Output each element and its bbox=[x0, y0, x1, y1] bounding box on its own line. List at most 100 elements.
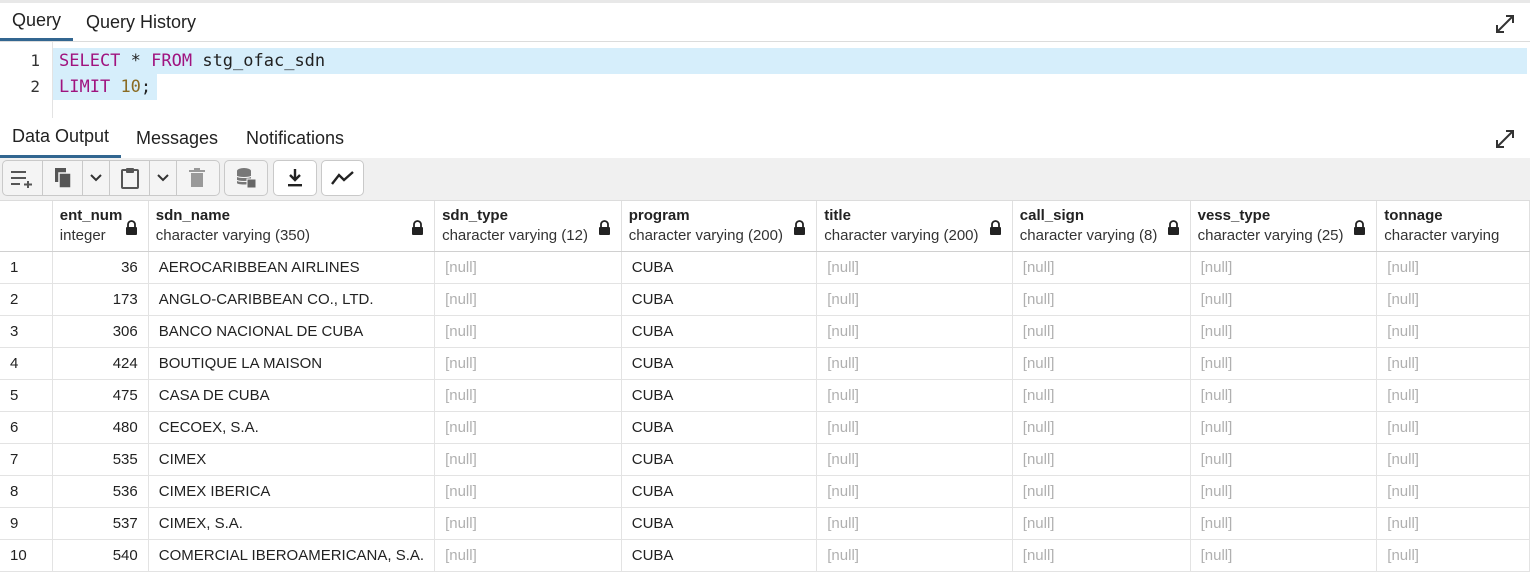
cell-tonnage[interactable]: [null] bbox=[1376, 443, 1530, 476]
row-number[interactable]: 10 bbox=[0, 539, 53, 572]
delete-button[interactable] bbox=[177, 161, 217, 195]
cell-sdn-name[interactable]: CIMEX, S.A. bbox=[148, 507, 436, 540]
cell-sdn-type[interactable]: [null] bbox=[434, 507, 622, 540]
cell-vess-type[interactable]: [null] bbox=[1190, 283, 1378, 316]
cell-tonnage[interactable]: [null] bbox=[1376, 251, 1530, 284]
cell-program[interactable]: CUBA bbox=[621, 539, 818, 572]
cell-tonnage[interactable]: [null] bbox=[1376, 379, 1530, 412]
cell-sdn-type[interactable]: [null] bbox=[434, 347, 622, 380]
table-row[interactable]: 4 424 BOUTIQUE LA MAISON [null] CUBA [null] [n… bbox=[0, 347, 1530, 380]
cell-vess-type[interactable]: [null] bbox=[1190, 411, 1378, 444]
cell-sdn-type[interactable]: [null] bbox=[434, 251, 622, 284]
cell-ent-num[interactable]: 36 bbox=[52, 251, 149, 284]
column-header-title[interactable]: title character varying (200) bbox=[816, 201, 1013, 252]
code-line-2[interactable]: LIMIT 10; bbox=[53, 74, 157, 100]
table-row[interactable]: 3 306 BANCO NACIONAL DE CUBA [null] CUBA [nul… bbox=[0, 315, 1530, 348]
cell-call-sign[interactable]: [null] bbox=[1012, 379, 1191, 412]
cell-call-sign[interactable]: [null] bbox=[1012, 475, 1191, 508]
column-header-vess-type[interactable]: vess_type character varying (25) bbox=[1190, 201, 1378, 252]
cell-vess-type[interactable]: [null] bbox=[1190, 347, 1378, 380]
expand-icon[interactable] bbox=[1494, 128, 1516, 150]
cell-sdn-name[interactable]: ANGLO-CARIBBEAN CO., LTD. bbox=[148, 283, 436, 316]
cell-program[interactable]: CUBA bbox=[621, 379, 818, 412]
code-line-1[interactable]: SELECT * FROM stg_ofac_sdn bbox=[53, 48, 1527, 74]
tab-notifications[interactable]: Notifications bbox=[234, 118, 356, 158]
cell-vess-type[interactable]: [null] bbox=[1190, 475, 1378, 508]
cell-sdn-type[interactable]: [null] bbox=[434, 475, 622, 508]
cell-title[interactable]: [null] bbox=[816, 347, 1013, 380]
table-row[interactable]: 7 535 CIMEX [null] CUBA [null] [null] [null] [nu… bbox=[0, 443, 1530, 476]
row-number[interactable]: 3 bbox=[0, 315, 53, 348]
cell-call-sign[interactable]: [null] bbox=[1012, 507, 1191, 540]
cell-tonnage[interactable]: [null] bbox=[1376, 283, 1530, 316]
cell-program[interactable]: CUBA bbox=[621, 475, 818, 508]
cell-call-sign[interactable]: [null] bbox=[1012, 443, 1191, 476]
cell-program[interactable]: CUBA bbox=[621, 315, 818, 348]
tab-messages[interactable]: Messages bbox=[124, 118, 230, 158]
table-row[interactable]: 2 173 ANGLO-CARIBBEAN CO., LTD. [null] CUBA[… bbox=[0, 283, 1530, 316]
cell-title[interactable]: [null] bbox=[816, 251, 1013, 284]
cell-vess-type[interactable]: [null] bbox=[1190, 539, 1378, 572]
cell-ent-num[interactable]: 173 bbox=[52, 283, 149, 316]
sql-editor[interactable]: 1 2 SELECT * FROM stg_ofac_sdn LIMIT 10; bbox=[0, 42, 1530, 118]
table-row[interactable]: 1 36 AEROCARIBBEAN AIRLINES [null] CUBA [null… bbox=[0, 251, 1530, 284]
cell-tonnage[interactable]: [null] bbox=[1376, 347, 1530, 380]
cell-sdn-name[interactable]: COMERCIAL IBEROAMERICANA, S.A. bbox=[148, 539, 436, 572]
cell-sdn-type[interactable]: [null] bbox=[434, 411, 622, 444]
save-data-button[interactable] bbox=[225, 161, 267, 195]
graph-visualiser-button[interactable] bbox=[322, 161, 363, 195]
cell-ent-num[interactable]: 424 bbox=[52, 347, 149, 380]
cell-program[interactable]: CUBA bbox=[621, 411, 818, 444]
cell-sdn-name[interactable]: CECOEX, S.A. bbox=[148, 411, 436, 444]
row-number[interactable]: 5 bbox=[0, 379, 53, 412]
cell-program[interactable]: CUBA bbox=[621, 283, 818, 316]
row-number[interactable]: 2 bbox=[0, 283, 53, 316]
download-button[interactable] bbox=[274, 161, 316, 195]
row-number[interactable]: 4 bbox=[0, 347, 53, 380]
cell-tonnage[interactable]: [null] bbox=[1376, 475, 1530, 508]
cell-ent-num[interactable]: 306 bbox=[52, 315, 149, 348]
table-row[interactable]: 5 475 CASA DE CUBA [null] CUBA [null] [null] [n… bbox=[0, 379, 1530, 412]
expand-icon[interactable] bbox=[1494, 13, 1516, 35]
cell-tonnage[interactable]: [null] bbox=[1376, 315, 1530, 348]
cell-sdn-type[interactable]: [null] bbox=[434, 315, 622, 348]
cell-program[interactable]: CUBA bbox=[621, 251, 818, 284]
copy-button[interactable] bbox=[43, 161, 83, 195]
cell-program[interactable]: CUBA bbox=[621, 347, 818, 380]
table-row[interactable]: 9 537 CIMEX, S.A. [null] CUBA [null] [null] [nu… bbox=[0, 507, 1530, 540]
cell-vess-type[interactable]: [null] bbox=[1190, 507, 1378, 540]
cell-sdn-type[interactable]: [null] bbox=[434, 283, 622, 316]
row-number[interactable]: 9 bbox=[0, 507, 53, 540]
cell-tonnage[interactable]: [null] bbox=[1376, 411, 1530, 444]
add-row-button[interactable] bbox=[3, 161, 43, 195]
cell-sdn-type[interactable]: [null] bbox=[434, 539, 622, 572]
cell-vess-type[interactable]: [null] bbox=[1190, 443, 1378, 476]
row-number[interactable]: 1 bbox=[0, 251, 53, 284]
column-header-sdn-name[interactable]: sdn_name character varying (350) bbox=[148, 201, 436, 252]
column-header-program[interactable]: program character varying (200) bbox=[621, 201, 818, 252]
cell-ent-num[interactable]: 537 bbox=[52, 507, 149, 540]
cell-ent-num[interactable]: 480 bbox=[52, 411, 149, 444]
column-header-sdn-type[interactable]: sdn_type character varying (12) bbox=[434, 201, 622, 252]
cell-sdn-name[interactable]: BANCO NACIONAL DE CUBA bbox=[148, 315, 436, 348]
cell-vess-type[interactable]: [null] bbox=[1190, 379, 1378, 412]
cell-title[interactable]: [null] bbox=[816, 539, 1013, 572]
cell-tonnage[interactable]: [null] bbox=[1376, 539, 1530, 572]
cell-call-sign[interactable]: [null] bbox=[1012, 315, 1191, 348]
tab-query-history[interactable]: Query History bbox=[74, 3, 208, 41]
row-number[interactable]: 7 bbox=[0, 443, 53, 476]
cell-call-sign[interactable]: [null] bbox=[1012, 347, 1191, 380]
row-number[interactable]: 8 bbox=[0, 475, 53, 508]
cell-title[interactable]: [null] bbox=[816, 411, 1013, 444]
cell-vess-type[interactable]: [null] bbox=[1190, 251, 1378, 284]
cell-call-sign[interactable]: [null] bbox=[1012, 251, 1191, 284]
cell-call-sign[interactable]: [null] bbox=[1012, 411, 1191, 444]
cell-title[interactable]: [null] bbox=[816, 315, 1013, 348]
cell-title[interactable]: [null] bbox=[816, 283, 1013, 316]
cell-call-sign[interactable]: [null] bbox=[1012, 539, 1191, 572]
cell-sdn-name[interactable]: CASA DE CUBA bbox=[148, 379, 436, 412]
cell-call-sign[interactable]: [null] bbox=[1012, 283, 1191, 316]
cell-ent-num[interactable]: 475 bbox=[52, 379, 149, 412]
cell-sdn-name[interactable]: AEROCARIBBEAN AIRLINES bbox=[148, 251, 436, 284]
cell-sdn-name[interactable]: CIMEX bbox=[148, 443, 436, 476]
